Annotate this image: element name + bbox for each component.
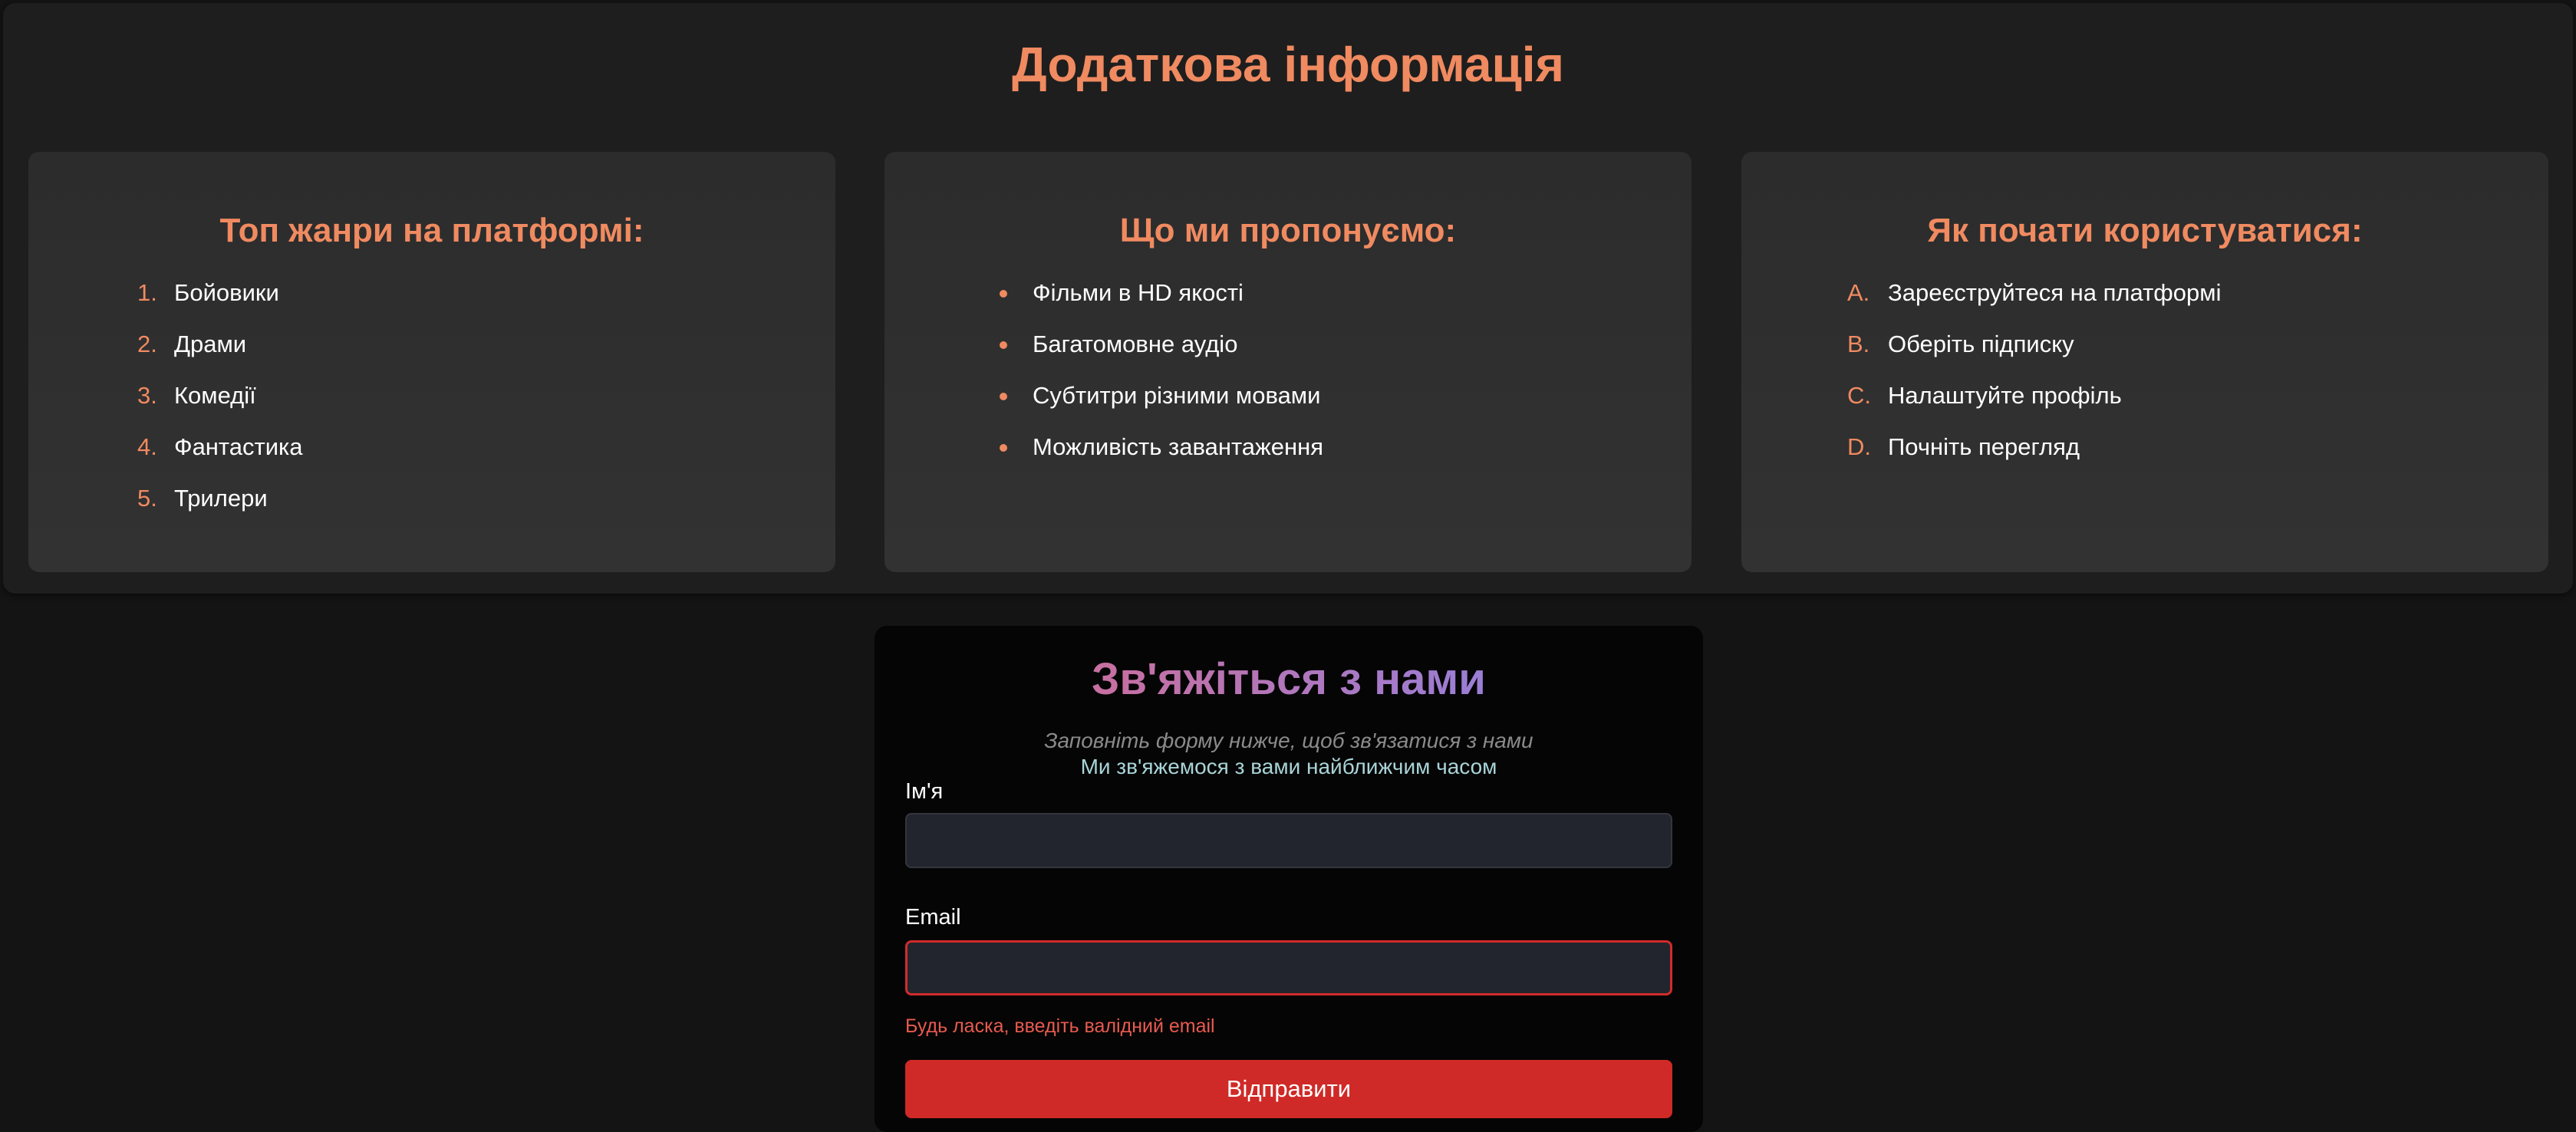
list-item-text: Фільми в HD якості	[1033, 279, 1244, 306]
list-item-text: Оберіть підписку	[1888, 331, 2074, 357]
list-item-text: Налаштуйте профіль	[1888, 382, 2122, 409]
list-item: 3. Комедії	[28, 379, 835, 430]
card-title: Що ми пропонуємо:	[1119, 212, 1457, 249]
list-item: Багатомовне аудіо	[884, 327, 1692, 379]
list-marker: 5.	[137, 485, 157, 512]
form-note: Ми зв'яжемося з вами найближчим часом	[1080, 755, 1497, 778]
list-item: Фільми в HD якості	[884, 276, 1692, 327]
name-label: Ім'я	[905, 779, 944, 804]
list-item-text: Субтитри різними мовами	[1033, 382, 1321, 409]
contact-title: Зв'яжіться з нами	[875, 653, 1703, 706]
list-item-text: Трилери	[174, 485, 268, 512]
list-item-text: Можливість завантаження	[1033, 433, 1324, 460]
genres-list: 1. Бойовики 2. Драми 3. Комедії 4. Фантастик…	[28, 276, 835, 533]
list-item: 5. Трилери	[28, 482, 835, 533]
list-item: 4. Фантастика	[28, 430, 835, 482]
name-input[interactable]	[905, 813, 1672, 868]
list-marker: 1.	[137, 279, 157, 306]
list-marker: 3.	[137, 382, 157, 409]
list-marker: A.	[1847, 279, 1870, 306]
list-item: B. Оберіть підписку	[1741, 327, 2548, 379]
list-marker: 4.	[137, 433, 157, 460]
card-title: Топ жанри на платформі:	[219, 212, 644, 249]
features-list: Фільми в HD якості Багатомовне аудіо Суб…	[884, 276, 1692, 482]
list-item-text: Почніть перегляд	[1888, 433, 2080, 460]
list-item-text: Багатомовне аудіо	[1033, 331, 1238, 357]
card-getting-started: Як почати користуватися: A. Зареєструйтес…	[1741, 152, 2548, 572]
email-input[interactable]	[905, 940, 1672, 995]
list-marker: C.	[1847, 382, 1871, 409]
bullet-dot-icon	[1000, 341, 1007, 349]
email-label: Email	[905, 905, 961, 930]
card-features: Що ми пропонуємо: Фільми в HD якості Баг…	[884, 152, 1692, 572]
list-item: A. Зареєструйтеся на платформі	[1741, 276, 2548, 327]
list-marker: 2.	[137, 331, 157, 357]
bullet-dot-icon	[1000, 393, 1007, 400]
list-item: D. Почніть перегляд	[1741, 430, 2548, 482]
email-error-message: Будь ласка, введіть валідний email	[905, 1015, 1215, 1037]
list-marker: D.	[1847, 433, 1871, 460]
section-title: Додаткова інформація	[1012, 37, 1564, 92]
list-item-text: Фантастика	[174, 433, 303, 460]
list-item: Субтитри різними мовами	[884, 379, 1692, 430]
list-item-text: Бойовики	[174, 279, 279, 306]
contact-form: Зв'яжіться з нами Заповніть форму нижче,…	[875, 626, 1703, 1132]
form-subtitle: Заповніть форму нижче, щоб зв'язатися з …	[1044, 729, 1533, 752]
list-item: Можливість завантаження	[884, 430, 1692, 482]
contact-title-text: Зв'яжіться з нами	[1092, 654, 1486, 704]
list-item-text: Драми	[174, 331, 247, 357]
steps-list: A. Зареєструйтеся на платформі B. Оберіть …	[1741, 276, 2548, 482]
bullet-dot-icon	[1000, 444, 1007, 452]
additional-info-section: Додаткова інформація Топ жанри на платфо…	[3, 3, 2573, 594]
list-item-text: Комедії	[174, 382, 256, 409]
list-item: 1. Бойовики	[28, 276, 835, 327]
list-item: 2. Драми	[28, 327, 835, 379]
submit-button[interactable]: Відправити	[905, 1060, 1672, 1118]
list-marker: B.	[1847, 331, 1870, 357]
list-item: C. Налаштуйте профіль	[1741, 379, 2548, 430]
list-item-text: Зареєструйтеся на платформі	[1888, 279, 2222, 306]
card-title: Як почати користуватися:	[1927, 212, 2363, 249]
bullet-dot-icon	[1000, 290, 1007, 298]
card-top-genres: Топ жанри на платформі: 1. Бойовики 2. Дра…	[28, 152, 835, 572]
